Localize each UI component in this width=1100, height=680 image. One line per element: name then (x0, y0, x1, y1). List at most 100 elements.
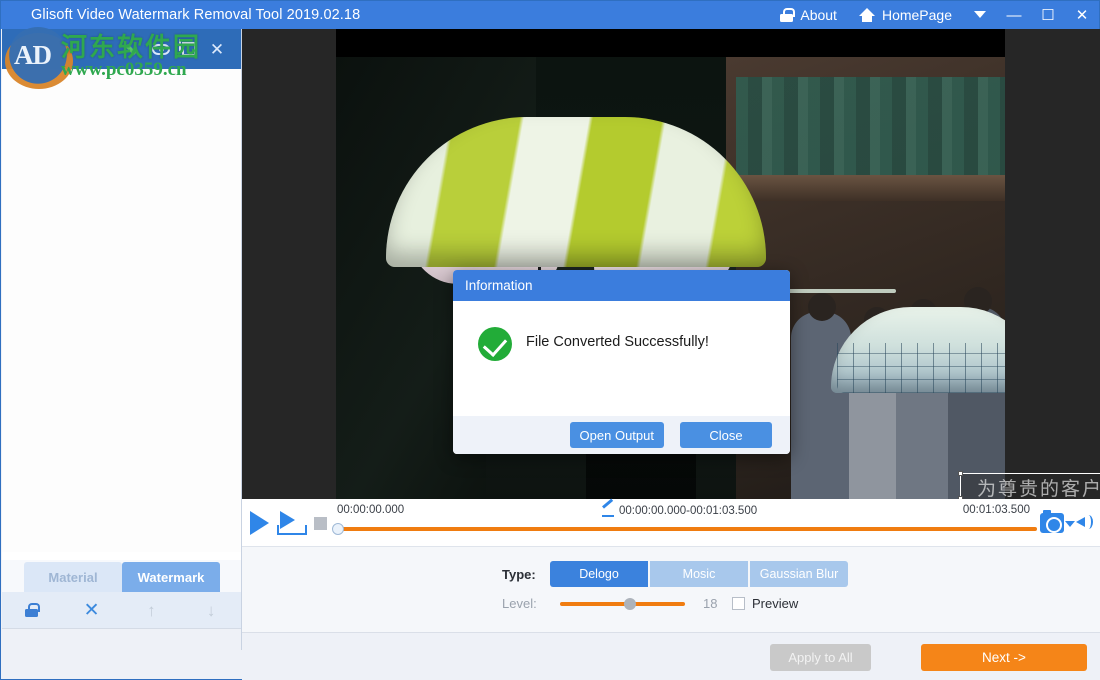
watermark-action-bar: ✕ ↑ ↓ (2, 592, 241, 628)
title-bar-right-controls: About HomePage — ☐ ✕ (769, 1, 1099, 29)
transport-bar: 00:00:00.000 00:00:00.000-00:01:03.500 0… (242, 499, 1100, 547)
maximize-icon: ☐ (1041, 6, 1054, 24)
type-option-mosic-label: Mosic (683, 567, 716, 581)
move-up-button[interactable]: ↑ (122, 602, 182, 619)
snapshot-dropdown-icon[interactable] (1065, 521, 1075, 527)
type-label: Type: (502, 567, 550, 582)
tab-watermark[interactable]: Watermark (122, 562, 220, 592)
level-label: Level: (502, 596, 550, 611)
move-up-icon: ↑ (147, 602, 156, 619)
type-row: Type: Delogo Mosic Gaussian Blur (502, 561, 848, 587)
scene-umbrella-checked (831, 307, 1005, 417)
preview-toggle-button[interactable] (149, 36, 173, 62)
level-slider-thumb[interactable] (624, 598, 636, 610)
add-image-icon (14, 42, 31, 56)
dialog-title-bar: Information (453, 270, 790, 301)
type-option-delogo[interactable]: Delogo (550, 561, 648, 587)
stop-button[interactable] (314, 517, 327, 530)
open-output-label: Open Output (580, 428, 654, 443)
delete-icon: ✕ (84, 601, 100, 620)
play-button[interactable] (250, 511, 269, 535)
tab-material-label: Material (48, 570, 97, 585)
scene-hanging-goods (736, 77, 1005, 187)
pencil-icon (126, 42, 141, 57)
window-title: Glisoft Video Watermark Removal Tool 201… (31, 7, 360, 23)
watermark-selection-box[interactable]: 为尊贵的客户推出录屏大师 http://www.higeshi.com/ (960, 473, 1100, 499)
apply-to-all-label: Apply to All (788, 650, 852, 665)
chevron-down-icon (972, 7, 988, 23)
panel-tabs: Material Watermark (2, 560, 241, 592)
close-button[interactable]: ✕ (1065, 1, 1099, 29)
homepage-button[interactable]: HomePage (848, 1, 963, 29)
range-text: 00:00:00.000-00:01:03.500 (619, 505, 757, 517)
resize-handle-nw[interactable] (958, 471, 963, 476)
duplicate-button[interactable] (177, 36, 201, 62)
dropdown-menu-button[interactable] (963, 1, 997, 29)
type-option-delogo-label: Delogo (579, 567, 619, 581)
close-icon: ✕ (1076, 6, 1089, 24)
seek-track[interactable] (337, 527, 1037, 531)
preview-label: Preview (752, 596, 798, 611)
current-time-label: 00:00:00.000 (337, 504, 404, 516)
settings-panel: Type: Delogo Mosic Gaussian Blur Level: … (242, 547, 1100, 632)
application-window: Glisoft Video Watermark Removal Tool 201… (0, 0, 1100, 680)
type-option-mosic[interactable]: Mosic (650, 561, 748, 587)
left-panel: ✕ Material Watermark ✕ ↑ ↓ (2, 29, 242, 650)
dialog-title: Information (465, 278, 533, 293)
video-letterbox (336, 29, 1005, 57)
type-option-gaussian-blur[interactable]: Gaussian Blur (750, 561, 848, 587)
range-label[interactable]: 00:00:00.000-00:01:03.500 (602, 504, 757, 517)
homepage-label: HomePage (882, 7, 952, 23)
watermark-selection-content: 为尊贵的客户推出录屏大师 http://www.higeshi.com/ (961, 474, 1100, 499)
copy-icon (182, 42, 196, 56)
tab-watermark-label: Watermark (138, 570, 205, 585)
scene-awning (736, 175, 1005, 201)
close-icon: ✕ (210, 41, 224, 58)
tab-material[interactable]: Material (24, 562, 122, 592)
dialog-footer: Open Output Close (453, 416, 790, 454)
pencil-icon (602, 504, 615, 517)
duration-label: 00:01:03.500 (963, 504, 1030, 516)
level-slider[interactable] (560, 597, 685, 611)
lock-icon (780, 8, 793, 22)
home-icon (859, 8, 875, 22)
minimize-button[interactable]: — (997, 1, 1031, 29)
success-check-icon (478, 327, 512, 361)
dialog-body: File Converted Successfully! (453, 301, 790, 416)
scene-light-2 (776, 289, 896, 293)
dialog-close-button[interactable]: Close (680, 422, 772, 448)
type-option-gaussian-blur-label: Gaussian Blur (760, 567, 839, 581)
level-slider-track[interactable] (560, 602, 685, 606)
left-panel-toolbar: ✕ (2, 29, 241, 69)
add-image-button[interactable] (10, 36, 34, 62)
left-panel-footer (2, 628, 241, 650)
lock-watermark-button[interactable] (2, 603, 62, 617)
minimize-icon: — (1007, 7, 1022, 24)
scene-umbrella-green (386, 117, 766, 287)
apply-to-all-button[interactable]: Apply to All (770, 644, 871, 671)
open-output-button[interactable]: Open Output (570, 422, 664, 448)
preview-checkbox-row[interactable]: Preview (732, 596, 798, 611)
remove-button[interactable]: ✕ (205, 36, 229, 62)
maximize-button[interactable]: ☐ (1031, 1, 1065, 29)
title-bar: Glisoft Video Watermark Removal Tool 201… (1, 1, 1099, 29)
level-row: Level: 18 (502, 596, 717, 611)
seek-thumb[interactable] (332, 523, 344, 535)
about-button[interactable]: About (769, 1, 848, 29)
seek-bar[interactable] (337, 523, 1037, 535)
type-segmented-control: Delogo Mosic Gaussian Blur (550, 561, 848, 587)
material-list[interactable] (2, 69, 241, 552)
delete-watermark-button[interactable]: ✕ (62, 601, 122, 620)
next-button[interactable]: Next -> (921, 644, 1087, 671)
watermark-chinese-text: 为尊贵的客户推出录屏大师 (977, 480, 1100, 499)
snapshot-button[interactable] (1040, 513, 1064, 533)
eye-icon (152, 44, 170, 55)
move-down-button[interactable]: ↓ (181, 602, 241, 619)
dialog-message: File Converted Successfully! (526, 334, 709, 350)
level-value: 18 (703, 596, 717, 611)
play-range-button[interactable] (277, 511, 307, 537)
volume-button[interactable] (1076, 513, 1096, 531)
lock-icon (25, 603, 38, 617)
edit-button[interactable] (121, 36, 145, 62)
preview-checkbox[interactable] (732, 597, 745, 610)
